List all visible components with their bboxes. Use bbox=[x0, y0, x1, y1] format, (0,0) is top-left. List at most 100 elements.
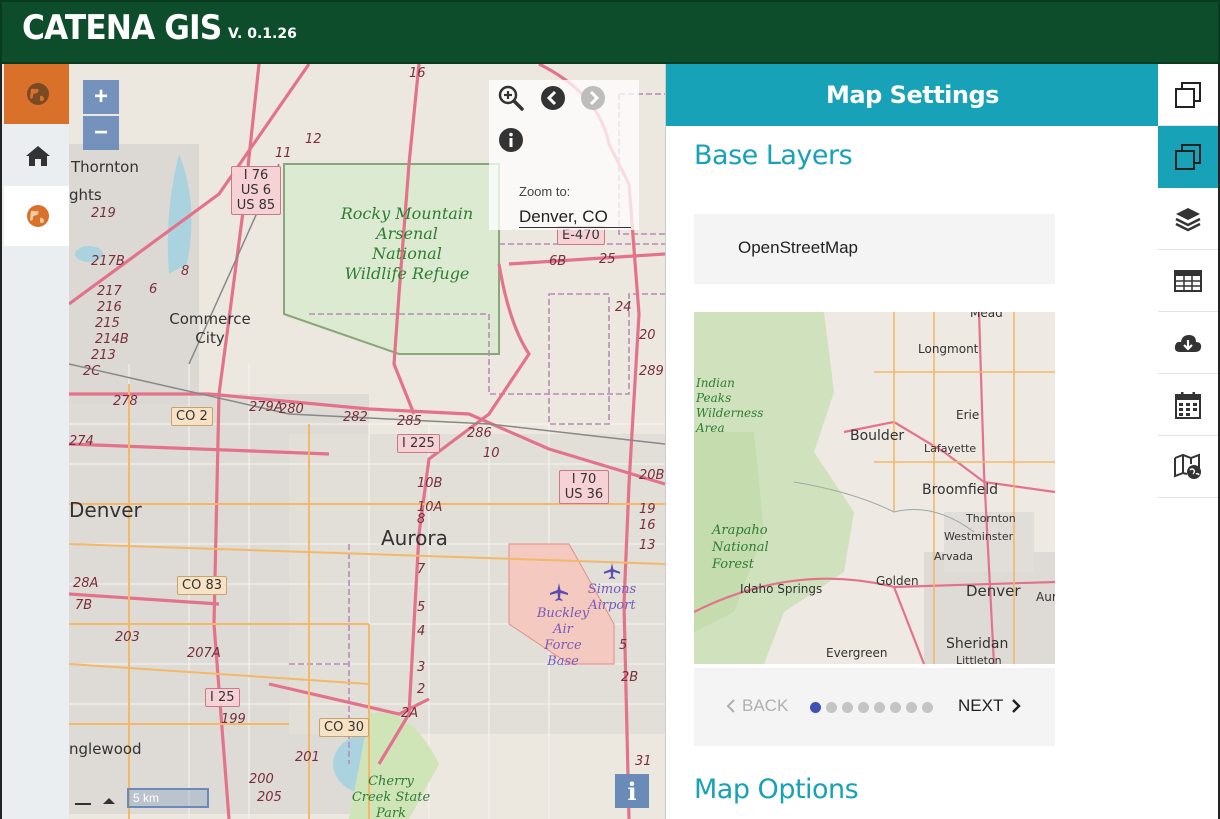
preview-label-golden: Golden bbox=[876, 574, 919, 588]
map-label-englewood: nglewood bbox=[69, 740, 142, 758]
carousel-dot[interactable] bbox=[842, 702, 853, 713]
sidebar-item-globe[interactable] bbox=[4, 64, 71, 124]
left-sidebar bbox=[0, 64, 71, 819]
preview-label-erie: Erie bbox=[956, 408, 980, 422]
shield-co83: CO 83 bbox=[177, 576, 227, 595]
preview-label-evergreen: Evergreen bbox=[826, 646, 888, 660]
carousel-dot[interactable] bbox=[890, 702, 901, 713]
toolbar-item-map-globe[interactable] bbox=[1158, 436, 1218, 498]
map-label-ghts: ghts bbox=[69, 186, 102, 204]
toolbar-item-layers[interactable] bbox=[1158, 188, 1218, 250]
next-button[interactable]: NEXT bbox=[958, 696, 1022, 716]
panel-title: Map Settings bbox=[666, 64, 1159, 126]
toolbar-item-table[interactable] bbox=[1158, 250, 1218, 312]
sidebar-item-home[interactable] bbox=[4, 126, 71, 186]
table-icon bbox=[1174, 269, 1202, 292]
globe-icon bbox=[26, 83, 49, 105]
carousel-controls: BACK NEXT bbox=[694, 668, 1055, 746]
base-layer-preview[interactable]: Mead Longmont Indian Peaks Wilderness Ar… bbox=[694, 312, 1055, 664]
route-number: 282 bbox=[343, 410, 368, 425]
zoom-in-button[interactable]: + bbox=[83, 80, 119, 114]
home-icon bbox=[25, 146, 50, 166]
route-number: 201 bbox=[295, 750, 320, 765]
route-number: 20 bbox=[639, 328, 656, 343]
carousel-dot[interactable] bbox=[858, 702, 869, 713]
map-label-cherry-creek: Cherry Creek State Park bbox=[351, 774, 431, 819]
route-number: 213 bbox=[91, 348, 116, 363]
chevron-left-circle-icon bbox=[541, 86, 565, 110]
square-stack-icon bbox=[1175, 81, 1201, 108]
zoom-out-button[interactable]: − bbox=[83, 116, 119, 150]
carousel-dot[interactable] bbox=[826, 702, 837, 713]
map-label-aurora: Aurora bbox=[381, 526, 448, 550]
toolbar-item-map-settings-top[interactable] bbox=[1158, 64, 1218, 126]
preview-label-arapaho: Arapaho National Forest bbox=[712, 523, 769, 572]
carousel-dot[interactable] bbox=[874, 702, 885, 713]
carousel-dot[interactable] bbox=[906, 702, 917, 713]
preview-label-westminster: Westminster bbox=[944, 530, 1014, 543]
scale-toggle-icon bbox=[75, 798, 115, 805]
route-number: 2C bbox=[83, 364, 101, 379]
route-number: 10 bbox=[483, 446, 500, 461]
carousel-dot[interactable] bbox=[810, 702, 821, 713]
route-number: 20B bbox=[639, 468, 665, 483]
toolbar-item-map-settings[interactable] bbox=[1158, 126, 1218, 188]
map-settings-panel: Map Settings Base Layers OpenStreetMap M… bbox=[665, 64, 1159, 819]
preview-label-thornton: Thornton bbox=[966, 512, 1016, 525]
preview-label-broomfield: Broomfield bbox=[922, 482, 999, 498]
route-number: 278 bbox=[113, 394, 138, 409]
preview-label-longmont: Longmont bbox=[918, 342, 979, 356]
app-header: CATENA GIS V. 0.1.26 bbox=[0, 0, 1220, 64]
layers-icon bbox=[1175, 207, 1201, 231]
info-tool-button[interactable] bbox=[497, 126, 525, 154]
route-number: 16 bbox=[639, 518, 656, 533]
preview-label-aur: Aur bbox=[1036, 590, 1055, 604]
shield-co30: CO 30 bbox=[319, 718, 369, 737]
scale-bar: 5 km bbox=[71, 788, 209, 810]
route-number: 12 bbox=[305, 132, 322, 147]
preview-label-denver: Denver bbox=[966, 582, 1021, 600]
zoom-tool-button[interactable] bbox=[497, 84, 525, 112]
sidebar-item-globe-active[interactable] bbox=[4, 186, 71, 246]
route-number: 279A bbox=[249, 400, 283, 415]
preview-label-mead: Mead bbox=[970, 312, 1003, 320]
route-number: 5 bbox=[619, 638, 628, 653]
route-number: 286 bbox=[467, 426, 492, 441]
next-label: NEXT bbox=[958, 696, 1004, 715]
route-number: 7B bbox=[75, 598, 93, 613]
route-number: 31 bbox=[635, 754, 652, 769]
route-number: 205 bbox=[257, 790, 282, 805]
base-layers-title: Base Layers bbox=[694, 140, 853, 171]
toolbar-item-download[interactable] bbox=[1158, 312, 1218, 374]
map-label-refuge: Rocky Mountain Arsenal National Wildlife… bbox=[340, 204, 474, 283]
map-view[interactable]: Thornton ghts Commerce City Denver Auror… bbox=[69, 64, 665, 819]
airport-icon bbox=[603, 562, 621, 580]
back-button[interactable]: BACK bbox=[726, 696, 788, 716]
shield-i76: I 76 US 6 US 85 bbox=[231, 166, 281, 215]
toolbar-item-calendar[interactable] bbox=[1158, 374, 1218, 436]
map-globe-icon bbox=[1174, 453, 1201, 479]
preview-label-idaho-springs: Idaho Springs bbox=[740, 582, 823, 596]
route-number: 6B bbox=[549, 254, 567, 269]
app-version: V. 0.1.26 bbox=[228, 26, 297, 42]
route-number: 8 bbox=[417, 512, 426, 527]
previous-extent-button[interactable] bbox=[539, 84, 567, 112]
calendar-icon bbox=[1175, 391, 1201, 419]
preview-label-indian-peaks: Indian Peaks Wilderness Area bbox=[696, 376, 764, 435]
map-label-simons: Simons Airport bbox=[587, 582, 637, 613]
route-number: 19 bbox=[639, 502, 656, 517]
carousel-dot[interactable] bbox=[922, 702, 933, 713]
next-extent-button[interactable] bbox=[579, 84, 607, 112]
route-number: 8 bbox=[181, 264, 190, 279]
route-number: 2A bbox=[401, 706, 419, 721]
base-layer-selector[interactable]: OpenStreetMap bbox=[694, 214, 1055, 284]
map-info-button[interactable]: i bbox=[615, 774, 649, 808]
route-number: 214B bbox=[95, 332, 129, 347]
base-layer-name: OpenStreetMap bbox=[738, 238, 859, 257]
carousel-dots bbox=[810, 702, 933, 713]
route-number: 11 bbox=[275, 146, 292, 161]
map-label-commerce-city: Commerce City bbox=[169, 310, 251, 347]
preview-label-lafayette: Lafayette bbox=[924, 442, 977, 455]
map-label-denver: Denver bbox=[69, 498, 142, 522]
zoom-to-input[interactable] bbox=[519, 206, 631, 228]
